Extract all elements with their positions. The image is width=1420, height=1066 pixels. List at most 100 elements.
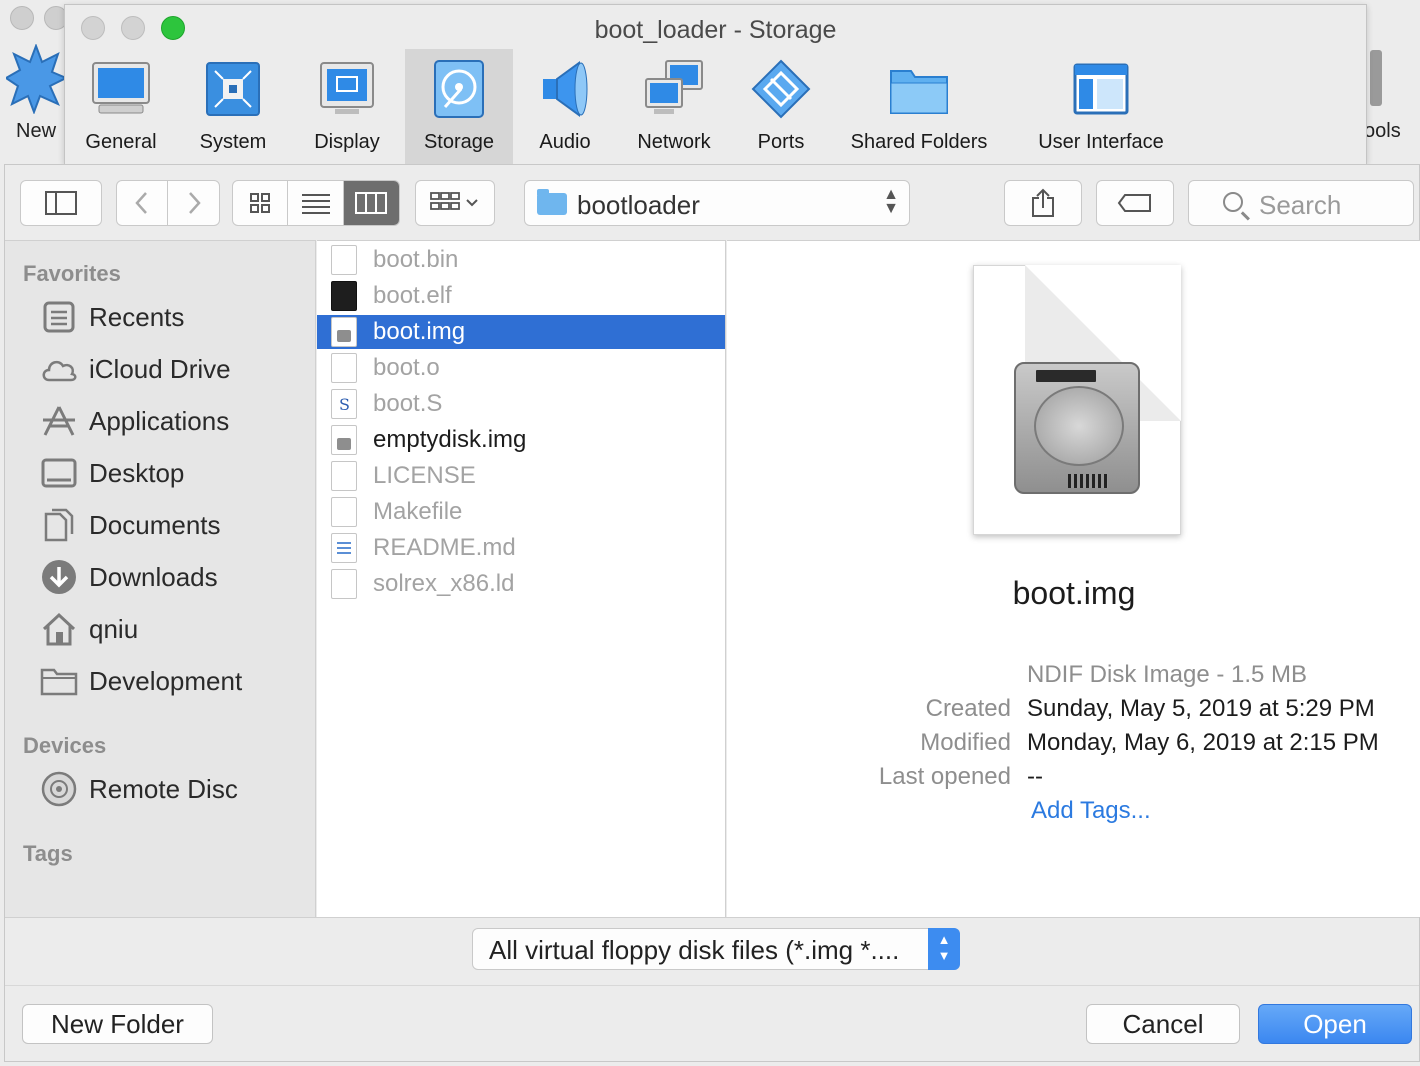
tab-network-label: Network — [637, 131, 711, 153]
display-icon — [320, 62, 374, 114]
file-icon — [331, 245, 357, 275]
desktop-icon — [39, 453, 79, 493]
last-opened-label: Last opened — [878, 763, 1011, 790]
tag-button[interactable] — [1096, 180, 1174, 226]
disk-image-icon — [331, 317, 357, 347]
file-type-selected: All virtual floppy disk files (*.img *..… — [489, 935, 900, 965]
sidebar-item-downloads[interactable]: Downloads — [39, 555, 218, 599]
file-row[interactable]: emptydisk.img — [317, 423, 725, 457]
file-row[interactable]: boot.elf — [317, 279, 725, 313]
sidebar-item-applications[interactable]: Applications — [39, 399, 229, 443]
file-name: emptydisk.img — [373, 426, 527, 453]
settings-window: boot_loader - Storage General System Dis… — [64, 4, 1367, 165]
file-row[interactable]: boot.o — [317, 351, 725, 385]
file-name: boot.S — [373, 390, 443, 417]
arrange-button[interactable] — [415, 180, 495, 226]
file-row[interactable]: solrex_x86.ld — [317, 567, 725, 601]
current-folder-name: bootloader — [577, 190, 700, 220]
share-button[interactable] — [1004, 180, 1082, 226]
dialog-toolbar: bootloader ▲ ▼ Search — [5, 165, 1419, 240]
file-name: boot.elf — [373, 282, 452, 309]
tab-ports[interactable]: Ports — [731, 49, 831, 165]
tools-label: ools — [1364, 120, 1401, 142]
add-tags-link[interactable]: Add Tags... — [1031, 797, 1151, 825]
file-icon — [331, 461, 357, 491]
folder-icon — [890, 70, 948, 114]
sidebar-toggle-button[interactable] — [20, 180, 102, 226]
tab-general[interactable]: General — [65, 49, 177, 165]
kind-value: NDIF Disk Image - 1.5 MB — [1027, 661, 1308, 688]
recents-icon — [39, 297, 79, 337]
tab-user-interface[interactable]: User Interface — [1007, 49, 1195, 165]
folder-icon — [39, 661, 79, 701]
sidebar-item-qniu[interactable]: qniu — [39, 607, 138, 651]
preview-file-name: boot.img — [1012, 575, 1136, 611]
file-row[interactable]: boot.bin — [317, 243, 725, 277]
tab-display[interactable]: Display — [289, 49, 405, 165]
path-popup[interactable]: bootloader ▲ ▼ — [524, 180, 910, 226]
cancel-button[interactable]: Cancel — [1086, 1004, 1240, 1044]
hard-drive-icon — [1014, 362, 1140, 494]
sidebar-item-recents[interactable]: Recents — [39, 295, 184, 339]
back-button[interactable] — [117, 181, 169, 225]
window-icon — [1073, 63, 1129, 115]
sidebar-item-documents[interactable]: Documents — [39, 503, 221, 547]
tag-icon — [1117, 194, 1151, 212]
tab-storage[interactable]: Storage — [405, 49, 513, 165]
sidebar-item-label: Development — [89, 665, 243, 696]
file-name: LICENSE — [373, 462, 476, 489]
sidebar-item-label: Applications — [89, 405, 230, 436]
grid-icon — [250, 193, 271, 213]
new-machine-button[interactable]: New — [0, 40, 66, 160]
sidebar-item-desktop[interactable]: Desktop — [39, 451, 184, 495]
column-view-button[interactable] — [343, 181, 399, 225]
list-view-button[interactable] — [288, 181, 344, 225]
file-row-selected[interactable]: boot.img — [317, 315, 725, 349]
tab-audio[interactable]: Audio — [513, 49, 617, 165]
speaker-icon — [543, 61, 588, 117]
tab-system[interactable]: System — [177, 49, 289, 165]
sidebar-item-development[interactable]: Development — [39, 659, 242, 703]
file-name: solrex_x86.ld — [373, 570, 515, 597]
sidebar-item-label: Downloads — [89, 561, 218, 592]
downloads-icon — [39, 557, 79, 597]
tab-shared-folders-label: Shared Folders — [850, 131, 988, 153]
bg-close-button[interactable] — [10, 6, 34, 30]
modified-value: Monday, May 6, 2019 at 2:15 PM — [1027, 729, 1379, 756]
search-field[interactable]: Search — [1188, 180, 1414, 226]
dialog-buttons: New Folder Cancel Open — [5, 985, 1419, 1063]
tab-shared-folders[interactable]: Shared Folders — [831, 49, 1007, 165]
file-type-popup[interactable]: All virtual floppy disk files (*.img *..… — [472, 928, 960, 970]
sidebar-item-icloud-drive[interactable]: iCloud Drive — [39, 347, 231, 391]
file-name: boot.o — [373, 354, 440, 381]
icon-view-button[interactable] — [233, 181, 289, 225]
chevron-left-icon — [135, 192, 147, 214]
new-folder-button[interactable]: New Folder — [22, 1004, 213, 1044]
sidebar-item-label: Desktop — [89, 457, 185, 488]
sidebar-item-label: qniu — [89, 613, 139, 644]
cloud-icon — [39, 349, 79, 389]
updown-chevron-icon: ▲ ▼ — [928, 928, 960, 970]
applications-icon — [39, 401, 79, 441]
disk-image-preview-icon — [973, 265, 1181, 535]
sidebar-item-remote-disc[interactable]: Remote Disc — [39, 767, 238, 811]
created-value: Sunday, May 5, 2019 at 5:29 PM — [1027, 695, 1375, 722]
documents-icon — [39, 505, 79, 545]
file-row[interactable]: README.md — [317, 531, 725, 565]
file-row[interactable]: boot.S — [317, 387, 725, 421]
chevron-right-icon — [188, 192, 201, 214]
disc-icon — [39, 769, 79, 809]
file-name: boot.bin — [373, 246, 459, 273]
open-button[interactable]: Open — [1258, 1004, 1412, 1044]
file-row[interactable]: Makefile — [317, 495, 725, 529]
monitor-icon — [92, 62, 150, 114]
devices-heading: Devices — [23, 733, 107, 758]
forward-button[interactable] — [168, 181, 219, 225]
back-forward-control — [116, 180, 220, 226]
background-window-controls — [10, 6, 68, 30]
settings-titlebar: boot_loader - Storage — [65, 5, 1366, 49]
tab-network[interactable]: Network — [617, 49, 731, 165]
folder-icon — [537, 189, 567, 215]
tools-button[interactable]: ools — [1364, 40, 1420, 160]
file-row[interactable]: LICENSE — [317, 459, 725, 493]
